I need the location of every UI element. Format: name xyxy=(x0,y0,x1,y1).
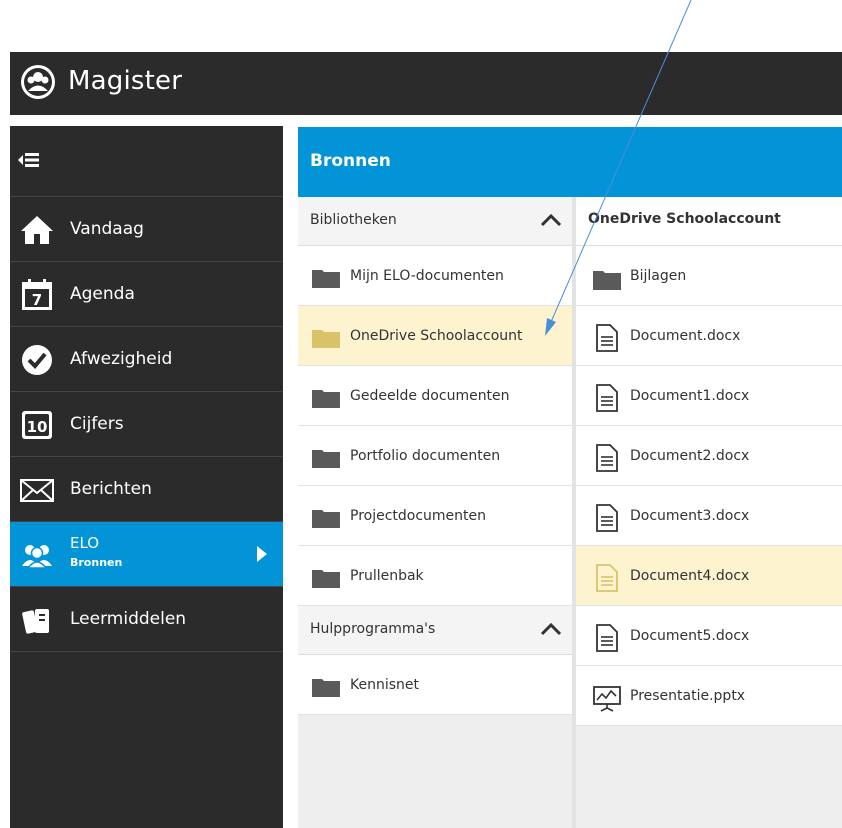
document-icon xyxy=(596,504,618,532)
sidebar-item-leermiddelen[interactable]: Leermiddelen xyxy=(10,587,283,652)
file-item-document5[interactable]: Document5.docx xyxy=(576,606,842,666)
app-title: Magister xyxy=(68,66,183,96)
folder-icon xyxy=(593,271,621,290)
sidebar: Vandaag 7 Agenda Afwezigheid 10 Cijfers xyxy=(10,126,283,828)
folder-icon xyxy=(312,570,340,588)
file-item-document[interactable]: Document.docx xyxy=(576,306,842,366)
envelope-icon xyxy=(20,479,54,502)
sidebar-item-label: Vandaag xyxy=(70,219,144,239)
magister-logo-icon xyxy=(21,65,55,99)
home-icon xyxy=(21,216,53,244)
tool-item-kennisnet[interactable]: Kennisnet xyxy=(298,655,572,715)
files-column: OneDrive Schoolaccount Bijlagen Document… xyxy=(576,197,842,828)
sidebar-item-label: Afwezigheid xyxy=(70,349,173,369)
sidebar-item-afwezigheid[interactable]: Afwezigheid xyxy=(10,327,283,392)
file-item-label: Document2.docx xyxy=(630,448,750,464)
file-item-label: Presentatie.pptx xyxy=(630,688,746,704)
file-item-document4[interactable]: Document4.docx xyxy=(576,546,842,606)
library-item-label: Projectdocumenten xyxy=(350,508,487,524)
folder-icon xyxy=(312,510,340,528)
files-title: OneDrive Schoolaccount xyxy=(588,211,781,227)
sidebar-item-label: ELO xyxy=(70,534,100,552)
tool-item-label: Kennisnet xyxy=(350,677,420,693)
library-item-label: Portfolio documenten xyxy=(350,448,501,464)
file-item-label: Document5.docx xyxy=(630,628,750,644)
document-icon xyxy=(596,564,618,592)
sidebar-item-label: Berichten xyxy=(70,479,152,499)
document-icon xyxy=(596,384,618,412)
file-item-bijlagen[interactable]: Bijlagen xyxy=(576,246,842,306)
file-item-label: Bijlagen xyxy=(630,268,687,284)
file-item-document2[interactable]: Document2.docx xyxy=(576,426,842,486)
sidebar-item-berichten[interactable]: Berichten xyxy=(10,457,283,522)
folder-icon xyxy=(312,330,340,348)
folder-icon xyxy=(312,679,340,697)
library-item-label: Mijn ELO-documenten xyxy=(350,268,504,284)
content-header: Bronnen xyxy=(298,127,842,197)
page-title: Bronnen xyxy=(310,151,391,171)
library-item-label: Prullenbak xyxy=(350,568,424,584)
sidebar-item-agenda[interactable]: 7 Agenda xyxy=(10,262,283,327)
tools-title: Hulpprogramma's xyxy=(310,621,436,637)
library-item-label: Gedeelde documenten xyxy=(350,388,510,404)
sidebar-item-label: Leermiddelen xyxy=(70,609,187,629)
file-item-document3[interactable]: Document3.docx xyxy=(576,486,842,546)
users-icon xyxy=(22,545,52,569)
calendar-icon: 7 xyxy=(22,279,52,310)
library-item-onedrive-schoolaccount[interactable]: OneDrive Schoolaccount xyxy=(298,306,572,366)
file-item-label: Document1.docx xyxy=(630,388,750,404)
folder-icon xyxy=(312,270,340,288)
library-item-projectdocumenten[interactable]: Projectdocumenten xyxy=(298,486,572,546)
libraries-header[interactable]: Bibliotheken xyxy=(298,197,572,246)
folder-icon xyxy=(312,450,340,468)
sidebar-item-label: Agenda xyxy=(70,284,135,304)
chevron-up-icon xyxy=(540,622,562,636)
file-item-presentatie[interactable]: Presentatie.pptx xyxy=(576,666,842,726)
menu-collapse-icon xyxy=(18,153,39,167)
library-item-gedeelde-documenten[interactable]: Gedeelde documenten xyxy=(298,366,572,426)
library-item-portfolio-documenten[interactable]: Portfolio documenten xyxy=(298,426,572,486)
library-item-mijn-elo-documenten[interactable]: Mijn ELO-documenten xyxy=(298,246,572,306)
grades-icon: 10 xyxy=(22,411,52,439)
files-header: OneDrive Schoolaccount xyxy=(576,197,842,246)
file-item-label: Document4.docx xyxy=(630,568,750,584)
document-icon xyxy=(596,624,618,652)
sidebar-item-cijfers[interactable]: 10 Cijfers xyxy=(10,392,283,457)
file-item-document1[interactable]: Document1.docx xyxy=(576,366,842,426)
calendar-icon-number: 7 xyxy=(32,291,42,309)
sidebar-item-elo[interactable]: ELO Bronnen xyxy=(10,522,283,587)
folder-icon xyxy=(312,390,340,408)
file-item-label: Document3.docx xyxy=(630,508,750,524)
sidebar-item-sublabel: Bronnen xyxy=(70,556,123,569)
document-icon xyxy=(596,324,618,352)
libraries-title: Bibliotheken xyxy=(310,212,397,228)
document-icon xyxy=(596,444,618,472)
chevron-right-icon xyxy=(257,546,267,562)
presentation-icon xyxy=(593,686,621,712)
file-item-label: Document.docx xyxy=(630,328,741,344)
menu-toggle-button[interactable] xyxy=(10,126,283,197)
library-item-prullenbak[interactable]: Prullenbak xyxy=(298,546,572,606)
grades-icon-number: 10 xyxy=(27,418,48,436)
tools-header[interactable]: Hulpprogramma's xyxy=(298,606,572,655)
top-bar: Magister xyxy=(10,52,842,115)
libraries-column: Bibliotheken Mijn ELO-documenten OneDriv… xyxy=(298,197,573,828)
check-circle-icon xyxy=(22,345,52,375)
chevron-up-icon xyxy=(540,213,562,227)
library-item-label: OneDrive Schoolaccount xyxy=(350,328,523,344)
sidebar-item-vandaag[interactable]: Vandaag xyxy=(10,197,283,262)
books-icon xyxy=(22,609,49,634)
sidebar-item-label: Cijfers xyxy=(70,414,124,434)
